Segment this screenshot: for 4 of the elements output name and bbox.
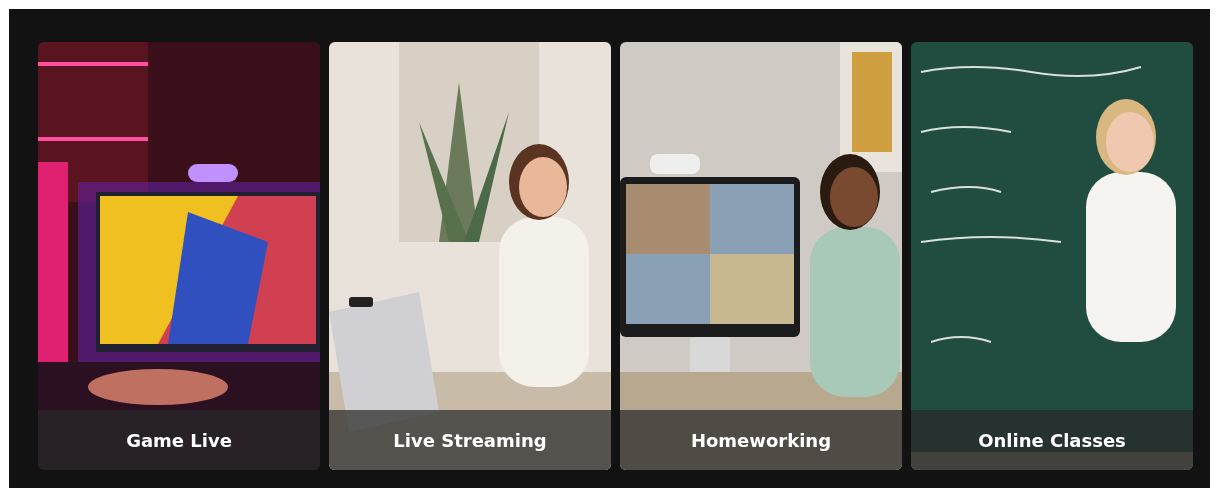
- card-caption: Game Live: [126, 429, 232, 451]
- card-caption: Online Classes: [978, 429, 1126, 451]
- card-caption: Live Streaming: [393, 429, 547, 451]
- card-caption: Homeworking: [690, 429, 832, 451]
